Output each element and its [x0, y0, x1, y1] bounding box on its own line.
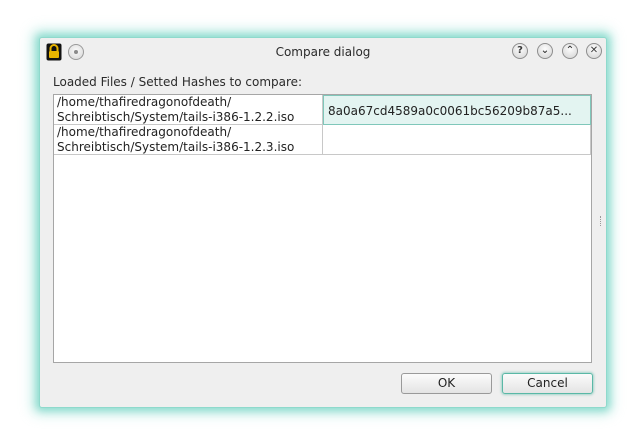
help-button[interactable]: ?: [512, 43, 528, 59]
file-path-cell[interactable]: /home/thafiredragonofdeath/ Schreibtisch…: [54, 95, 323, 125]
file-path-line: Schreibtisch/System/tails-i386-1.2.2.iso: [57, 110, 295, 124]
file-path-cell[interactable]: /home/thafiredragonofdeath/ Schreibtisch…: [54, 125, 323, 155]
file-path-line: /home/thafiredragonofdeath/: [57, 125, 232, 139]
table-row[interactable]: /home/thafiredragonofdeath/ Schreibtisch…: [54, 125, 591, 155]
cancel-button[interactable]: Cancel: [502, 373, 593, 394]
minimize-button[interactable]: ⌄: [537, 43, 553, 59]
hash-cell[interactable]: [323, 125, 591, 155]
file-path-line: Schreibtisch/System/tails-i386-1.2.3.iso: [57, 140, 295, 154]
ok-button[interactable]: OK: [401, 373, 492, 394]
close-button[interactable]: ✕: [586, 43, 602, 59]
compare-table[interactable]: /home/thafiredragonofdeath/ Schreibtisch…: [53, 94, 592, 363]
file-path-line: /home/thafiredragonofdeath/: [57, 95, 232, 109]
resize-grip[interactable]: [600, 216, 604, 226]
titlebar[interactable]: Compare dialog ? ⌄ ⌃ ✕: [40, 38, 606, 66]
table-row[interactable]: /home/thafiredragonofdeath/ Schreibtisch…: [54, 95, 591, 125]
maximize-button[interactable]: ⌃: [562, 43, 578, 59]
compare-dialog-window: Compare dialog ? ⌄ ⌃ ✕ Loaded Files / Se…: [39, 37, 607, 408]
hash-cell[interactable]: 8a0a67cd4589a0c0061bc56209b87a5...: [323, 95, 591, 125]
files-hashes-label: Loaded Files / Setted Hashes to compare:: [53, 75, 303, 89]
